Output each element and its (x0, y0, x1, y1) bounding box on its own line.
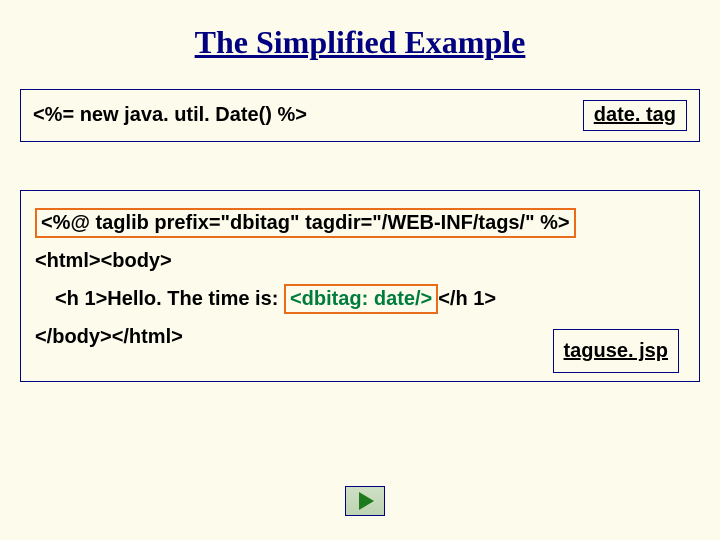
code-text-hello-prefix: <h 1>Hello. The time is: (55, 288, 284, 310)
code-box-date-tag: <%= new java. util. Date() %> date. tag (20, 89, 700, 142)
custom-tag-highlight: <dbitag: date/> (284, 284, 438, 314)
code-snippet-date: <%= new java. util. Date() %> (33, 104, 307, 127)
slide-title: The Simplified Example (0, 0, 720, 89)
next-slide-button[interactable] (345, 486, 385, 516)
code-box-taguse-jsp: <%@ taglib prefix="dbitag" tagdir="/WEB-… (20, 190, 700, 382)
filename-label-taguse-jsp: taguse. jsp (553, 329, 679, 373)
filename-label-date-tag: date. tag (583, 100, 687, 131)
play-icon (359, 492, 374, 510)
code-line-html-open: <html><body> (35, 243, 685, 279)
code-text-hello-suffix: </h 1> (438, 288, 496, 310)
taglib-directive-highlight: <%@ taglib prefix="dbitag" tagdir="/WEB-… (35, 208, 576, 238)
code-line-hello: <h 1>Hello. The time is: <dbitag: date/>… (35, 281, 685, 317)
